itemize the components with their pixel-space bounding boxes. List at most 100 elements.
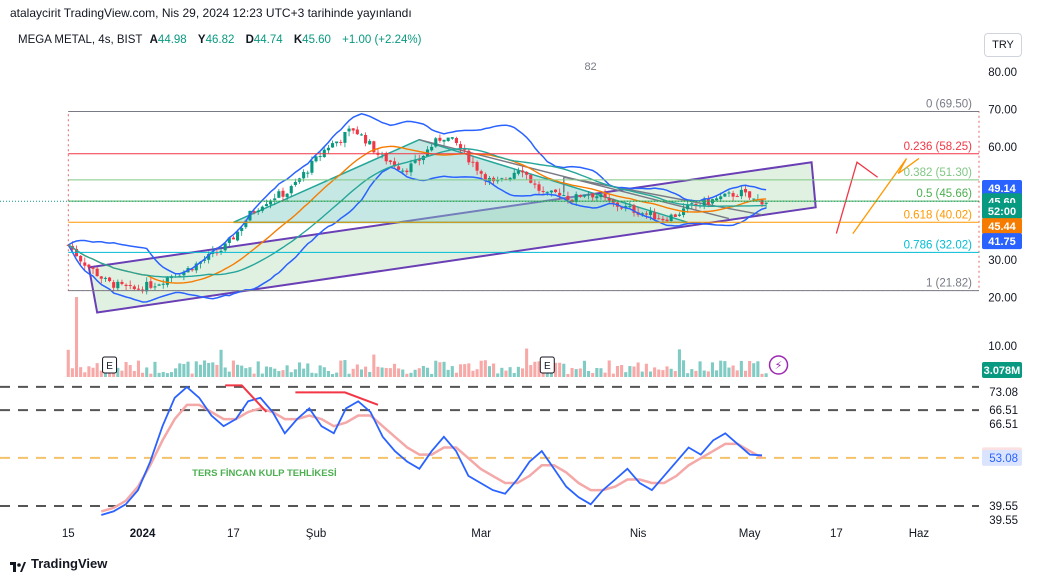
volume-bar [459,364,463,377]
y-tick-label: 80.00 [988,67,1017,79]
volume-bar [330,373,335,377]
volume-bar [322,367,326,377]
volume-bar [599,368,603,377]
volume-bar [673,371,677,377]
volume-bar [153,361,157,377]
volume-bar [318,365,322,377]
top-marker: 82 [584,61,596,73]
volume-bar [636,362,640,377]
fib-level-label: 0.786 (32.02) [904,239,973,251]
volume-bar [87,366,91,377]
volume-bar [562,363,566,377]
volume-bar [397,368,401,377]
volume-bar [351,368,355,377]
volume-bar [624,372,628,377]
volume-bar [421,365,425,377]
divergence-line [295,391,379,406]
volume-bar [574,369,578,377]
volume-bar [694,370,698,377]
price-tag-label: 41.75 [988,236,1016,248]
volume-bar [479,360,483,377]
volume-bar [690,369,694,377]
price-chart[interactable]: 0 (69.50) 0.236 (58.25) 0.382 (51.30) 0.5 (… [0,0,1049,582]
fib-level-label: 0.236 (58.25) [904,141,973,153]
volume-bar [686,373,690,377]
volume-bar [615,366,620,377]
volume-bar [529,365,533,377]
volume-bar [682,360,686,377]
volume-bar [657,369,661,377]
volume-bar [194,361,198,377]
volume-bar [450,366,454,377]
x-tick-label: Haz [909,528,930,540]
volume-bar [79,367,83,377]
volume-bar [644,363,648,377]
volume-bar [430,373,434,377]
volume-bar [326,370,330,377]
volume-bar [120,370,124,377]
x-tick-label: 15 [62,528,75,540]
volume-bar [512,373,516,377]
volume-bar [648,371,653,377]
tradingview-logo[interactable]: TradingView [10,556,108,572]
volume-bar [169,372,174,377]
volume-bar [256,361,260,377]
volume-bar [248,367,252,377]
rsi-level-label: 66.51 [989,405,1018,417]
fib-level-label: 0 (69.50) [926,98,972,110]
volume-bar [558,362,562,377]
volume-bar [368,371,372,377]
volume-bar [591,373,595,377]
y-tick-label: 70.00 [988,105,1017,117]
x-tick-label: Nis [630,528,647,540]
rsi-level-label: 53.08 [989,453,1018,465]
volume-bar [442,361,446,377]
volume-bar [698,361,702,377]
volume-bar [157,372,161,377]
volume-bar [231,360,235,377]
fib-level-label: 1 (21.82) [926,278,972,290]
y-tick-label: 10.00 [988,341,1017,353]
volume-bar [132,370,136,377]
volume-bar [723,361,727,377]
volume-bar [409,372,413,377]
volume-bar [95,363,99,377]
volume-bar [748,361,752,377]
volume-bar [702,370,706,377]
brand-text: TradingView [31,556,108,571]
volume-bar [425,367,430,377]
volume-bar [244,368,248,377]
volume-bar [223,367,227,377]
price-tag-label: 49.14 [988,183,1016,195]
volume-bar [595,367,599,377]
volume-bar [260,373,264,377]
volume-bar [269,367,273,377]
volume-bar [289,372,293,377]
volume-bar [66,349,70,377]
volume-bar [467,363,471,377]
volume-bar [533,361,537,377]
volume-bar [273,368,277,377]
volume-bar [178,363,182,377]
volume-bar [161,371,165,377]
volume-bar [124,361,128,377]
x-tick-label: May [739,528,761,540]
volume-bar [665,366,669,377]
volume-bar [392,363,397,377]
volume-bar [74,297,79,377]
volume-bar [760,373,764,377]
volume-bar [310,372,314,377]
volume-bar [264,366,269,377]
volume-bar [731,365,735,377]
price-tag-label: 52:00 [988,206,1016,218]
volume-bar [359,369,363,377]
volume-bar [677,349,681,377]
volume-bar [628,366,632,377]
volume-bar [570,367,574,377]
volume-bar [380,367,384,377]
volume-bar [578,368,582,377]
volume-bar [372,354,376,377]
volume-bar [388,368,392,377]
volume-bar [752,363,756,377]
volume-bar [463,364,467,377]
